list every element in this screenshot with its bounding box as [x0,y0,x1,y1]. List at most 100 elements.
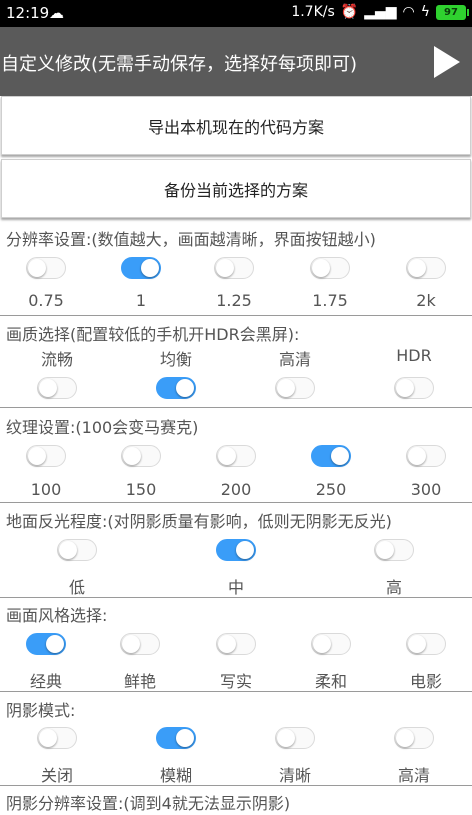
reflection-option-label: 中 [227,578,244,597]
quality-option-label: 高清 [278,350,311,369]
style-option-label: 经典 [29,672,62,691]
resolution-option-label: 0.75 [28,291,64,310]
resolution-toggle-4[interactable] [310,257,350,279]
toggle-knob [236,541,254,559]
divider [0,785,472,786]
texture-option-label: 100 [30,480,62,499]
reflection-toggle-1[interactable] [57,539,97,561]
toggle-knob [28,259,46,277]
toggle-knob [312,259,330,277]
battery-icon: 97 [436,4,469,20]
quality-toggle-4[interactable] [394,377,434,399]
toggle-knob [216,259,234,277]
style-toggle-2[interactable] [120,633,160,655]
reflection-option-label: 低 [68,578,85,597]
texture-toggle-3[interactable] [216,445,256,467]
texture-option-label: 250 [315,480,347,499]
quality-toggle-2[interactable] [156,377,196,399]
title-bar: 自定义修改(无需手动保存，选择好每项即可) [0,27,472,96]
export-scheme-button[interactable]: 导出本机现在的代码方案 [1,96,471,155]
quality-option-label: 流畅 [40,350,73,369]
resolution-toggle-1[interactable] [26,257,66,279]
style-toggle-4[interactable] [311,633,351,655]
divider [0,502,472,503]
style-toggle-5[interactable] [406,633,446,655]
wifi-icon: ◠ [402,4,415,20]
toggle-knob [59,541,77,559]
style-option-label: 电影 [409,672,442,691]
resolution-option-label: 1.25 [216,291,252,310]
resolution-toggle-2[interactable] [121,257,161,279]
toggle-knob [39,379,57,397]
texture-toggle-4[interactable] [311,445,351,467]
reflection-toggle-3[interactable] [374,539,414,561]
resolution-option-label: 2k [416,291,436,310]
divider [0,597,472,598]
texture-section-title: 纹理设置:(100会变马赛克) [6,418,199,437]
shadow-toggle-2[interactable] [156,727,196,749]
shadow-toggle-4[interactable] [394,727,434,749]
toggle-knob [176,729,194,747]
cloud-icon: ☁ [49,4,64,22]
shadow-option-label: 关闭 [40,766,73,785]
toggle-knob [408,635,426,653]
toggle-knob [313,635,331,653]
toggle-knob [408,259,426,277]
network-speed: 1.7K/s [291,4,335,20]
status-bar: 12:19 ☁ 1.7K/s ⏰ ▂▄▆ ◠ ϟ 97 [0,0,472,27]
texture-option-label: 150 [125,480,157,499]
toggle-knob [376,541,394,559]
toggle-knob [176,379,194,397]
style-option-label: 柔和 [314,672,347,691]
shadow-toggle-3[interactable] [275,727,315,749]
resolution-toggle-3[interactable] [214,257,254,279]
divider [0,315,472,316]
texture-option-label: 300 [410,480,442,499]
resolution-option-label: 1.75 [312,291,348,310]
toggle-knob [396,379,414,397]
shadow-option-label: 模糊 [159,766,192,785]
toggle-knob [218,635,236,653]
divider [0,691,472,692]
shadow-resolution-section-title: 阴影分辨率设置:(调到4就无法显示阴影) [6,794,291,813]
signal-icon: ▂▄▆ [364,4,397,20]
toggle-knob [46,635,64,653]
style-option-label: 写实 [219,672,252,691]
toggle-knob [123,447,141,465]
backup-scheme-button[interactable]: 备份当前选择的方案 [1,159,471,218]
toggle-knob [277,729,295,747]
style-toggle-1[interactable] [26,633,66,655]
quality-section-title: 画质选择(配置较低的手机开HDR会黑屏): [6,325,300,344]
quality-toggle-1[interactable] [37,377,77,399]
texture-toggle-1[interactable] [26,445,66,467]
style-option-label: 鲜艳 [123,672,156,691]
status-time: 12:19 [6,4,50,22]
texture-toggle-5[interactable] [406,445,446,467]
quality-toggle-3[interactable] [275,377,315,399]
texture-toggle-2[interactable] [121,445,161,467]
status-right: 1.7K/s ⏰ ▂▄▆ ◠ ϟ 97 [291,4,469,20]
page-title: 自定义修改(无需手动保存，选择好每项即可) [1,54,358,75]
resolution-option-label: 1 [135,291,147,310]
toggle-knob [122,635,140,653]
toggle-knob [28,447,46,465]
shadow-option-label: 高清 [397,766,430,785]
shadow-toggle-1[interactable] [37,727,77,749]
quality-option-label: HDR [396,346,432,365]
toggle-knob [396,729,414,747]
divider [0,407,472,408]
toggle-knob [408,447,426,465]
toggle-knob [277,379,295,397]
resolution-toggle-5[interactable] [406,257,446,279]
toggle-knob [39,729,57,747]
reflection-toggle-2[interactable] [216,539,256,561]
reflection-option-label: 高 [385,578,402,597]
style-section-title: 画面风格选择: [6,606,108,625]
toggle-knob [141,259,159,277]
style-toggle-3[interactable] [216,633,256,655]
resolution-section-title: 分辨率设置:(数值越大，画面越清晰，界面按钮越小) [6,230,376,249]
play-icon[interactable] [434,46,460,78]
toggle-knob [218,447,236,465]
reflection-section-title: 地面反光程度:(对阴影质量有影响，低则无阴影无反光) [6,512,392,531]
quality-option-label: 均衡 [159,350,192,369]
